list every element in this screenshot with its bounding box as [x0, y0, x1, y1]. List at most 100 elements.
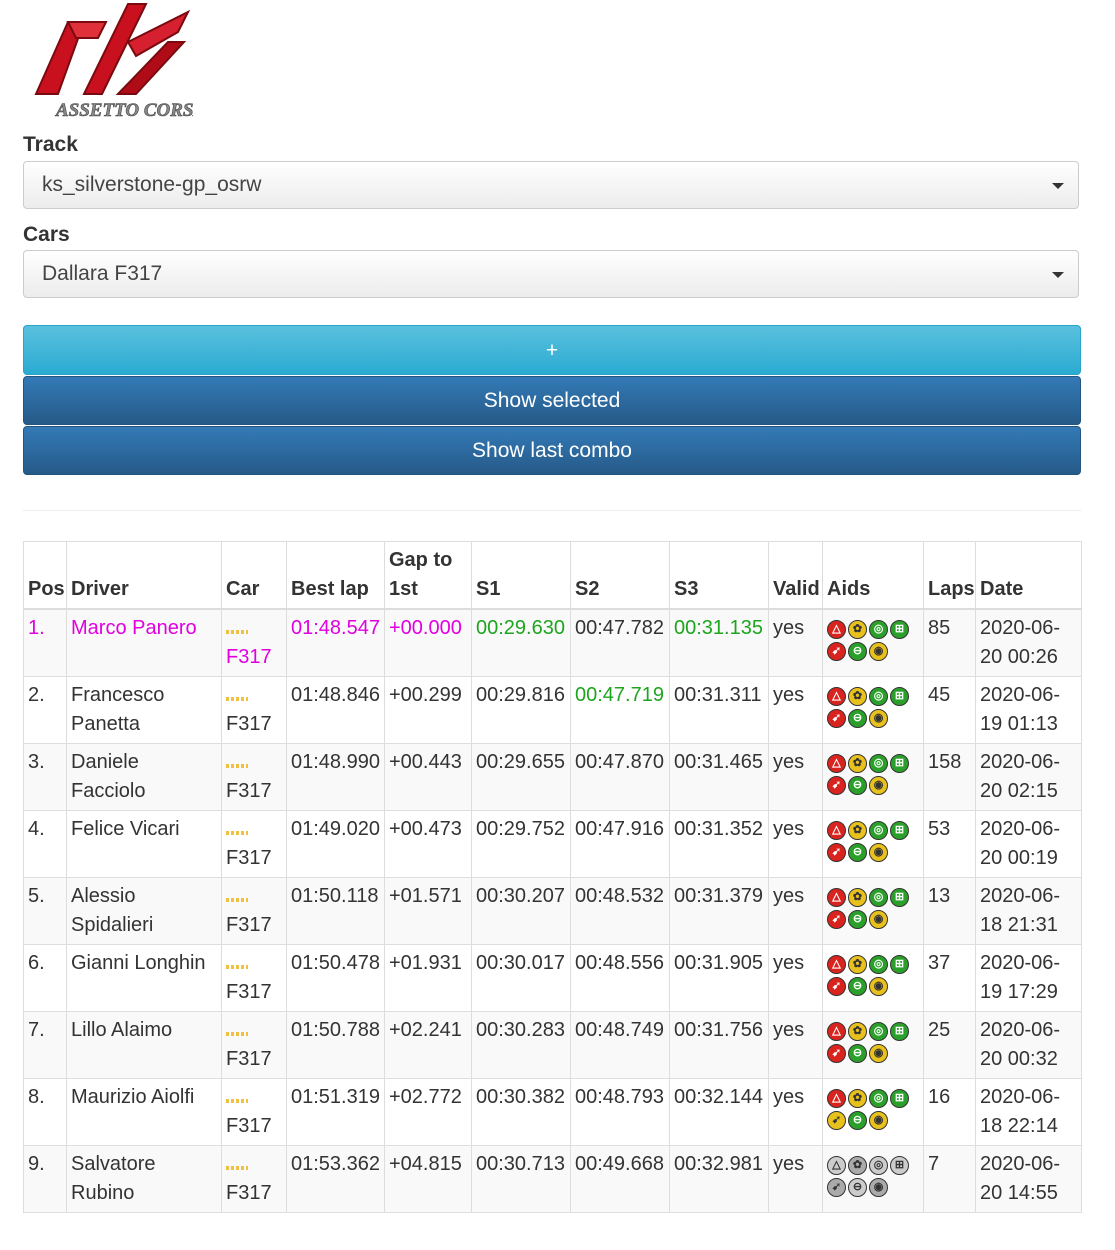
- s1-cell: 00:30.713: [471, 1145, 571, 1213]
- pos-cell: 4.: [23, 810, 67, 878]
- auto-clutch-icon: ⊖: [848, 843, 867, 862]
- aids-cell: △ ✿ ◎ ⊞ ➹ ⊖ ◉: [822, 944, 924, 1012]
- tyre-wear-icon: ◉: [869, 776, 888, 795]
- show-last-combo-button[interactable]: Show last combo: [23, 426, 1081, 475]
- abs-icon: △: [827, 687, 846, 706]
- best-lap-cell: 01:48.547: [286, 608, 385, 677]
- s1-cell: 00:30.207: [471, 877, 571, 945]
- s1-cell: 00:30.382: [471, 1078, 571, 1146]
- s2-cell: 00:48.793: [570, 1078, 670, 1146]
- tc-icon: ✿: [848, 1022, 867, 1041]
- gap-cell: +00.000: [384, 608, 472, 677]
- car-cell: F317: [221, 877, 287, 945]
- cars-select[interactable]: Dallara F317: [23, 250, 1079, 298]
- date-cell: 2020-06-20 00:26: [975, 608, 1082, 677]
- abs-icon: △: [827, 1089, 846, 1108]
- driver-cell[interactable]: Marco Panero: [66, 608, 222, 677]
- cars-select-value: Dallara F317: [42, 262, 163, 285]
- header-gap[interactable]: Gap to 1st: [384, 541, 472, 610]
- tc-icon: ✿: [848, 754, 867, 773]
- date-cell: 2020-06-18 21:31: [975, 877, 1082, 945]
- aids-cell: △ ✿ ◎ ⊞ ➹ ⊖ ◉: [822, 608, 924, 677]
- pos-cell: 1.: [23, 608, 67, 677]
- s2-cell: 00:47.916: [570, 810, 670, 878]
- date-cell: 2020-06-19 01:13: [975, 676, 1082, 744]
- header-s2[interactable]: S2: [570, 541, 670, 610]
- abs-icon: △: [827, 620, 846, 639]
- valid-cell: yes: [768, 1145, 823, 1213]
- ideal-line-icon: ➹: [827, 977, 846, 996]
- aids-icons: △ ✿ ◎ ⊞ ➹ ⊖ ◉: [827, 1156, 919, 1197]
- table-row: 7. Lillo Alaimo F317 01:50.788 +02.241 00:30.…: [23, 1011, 1082, 1079]
- best-lap-cell: 01:48.990: [286, 743, 385, 811]
- car-badge-icon: [226, 1099, 248, 1103]
- auto-gear-icon: ⊞: [890, 620, 909, 639]
- s3-cell: 00:32.144: [669, 1078, 769, 1146]
- driver-cell[interactable]: Salvatore Rubino: [66, 1145, 222, 1213]
- car-badge-icon: [226, 1032, 248, 1036]
- stability-icon: ◎: [869, 687, 888, 706]
- driver-cell[interactable]: Gianni Longhin: [66, 944, 222, 1012]
- table-row: 9. Salvatore Rubino F317 01:53.362 +04.815 00…: [23, 1145, 1082, 1213]
- aids-cell: △ ✿ ◎ ⊞ ➹ ⊖ ◉: [822, 743, 924, 811]
- pos-cell: 3.: [23, 743, 67, 811]
- driver-cell[interactable]: Lillo Alaimo: [66, 1011, 222, 1079]
- header-aids[interactable]: Aids: [822, 541, 924, 610]
- header-s1[interactable]: S1: [471, 541, 571, 610]
- tyre-wear-icon: ◉: [869, 843, 888, 862]
- auto-gear-icon: ⊞: [890, 687, 909, 706]
- driver-cell[interactable]: Francesco Panetta: [66, 676, 222, 744]
- auto-clutch-icon: ⊖: [848, 977, 867, 996]
- car-name: F317: [226, 847, 272, 869]
- add-button[interactable]: +: [23, 325, 1081, 375]
- aids-cell: △ ✿ ◎ ⊞ ➹ ⊖ ◉: [822, 1145, 924, 1213]
- car-name: F317: [226, 1115, 272, 1137]
- s1-cell: 00:29.752: [471, 810, 571, 878]
- car-cell: F317: [221, 944, 287, 1012]
- stability-icon: ◎: [869, 955, 888, 974]
- aids-cell: △ ✿ ◎ ⊞ ➹ ⊖ ◉: [822, 1078, 924, 1146]
- auto-gear-icon: ⊞: [890, 821, 909, 840]
- best-lap-cell: 01:48.846: [286, 676, 385, 744]
- s3-cell: 00:32.981: [669, 1145, 769, 1213]
- s2-cell: 00:47.870: [570, 743, 670, 811]
- abs-icon: △: [827, 1156, 846, 1175]
- driver-cell[interactable]: Daniele Facciolo: [66, 743, 222, 811]
- aids-cell: △ ✿ ◎ ⊞ ➹ ⊖ ◉: [822, 676, 924, 744]
- header-date[interactable]: Date: [975, 541, 1082, 610]
- driver-cell[interactable]: Felice Vicari: [66, 810, 222, 878]
- driver-cell[interactable]: Maurizio Aiolfi: [66, 1078, 222, 1146]
- car-cell: F317: [221, 810, 287, 878]
- car-cell: F317: [221, 1078, 287, 1146]
- auto-clutch-icon: ⊖: [848, 776, 867, 795]
- pos-cell: 5.: [23, 877, 67, 945]
- abs-icon: △: [827, 888, 846, 907]
- tyre-wear-icon: ◉: [869, 709, 888, 728]
- header-valid[interactable]: Valid: [768, 541, 823, 610]
- header-driver[interactable]: Driver: [66, 541, 222, 610]
- gap-cell: +02.241: [384, 1011, 472, 1079]
- header-best-lap[interactable]: Best lap: [286, 541, 385, 610]
- header-pos[interactable]: Pos: [23, 541, 67, 610]
- date-cell: 2020-06-19 17:29: [975, 944, 1082, 1012]
- leaderboard-table: Pos Driver Car Best lap Gap to 1st S1 S2…: [23, 541, 1082, 1213]
- header-s3[interactable]: S3: [669, 541, 769, 610]
- auto-clutch-icon: ⊖: [848, 642, 867, 661]
- table-row: 4. Felice Vicari F317 01:49.020 +00.473 00:29…: [23, 810, 1082, 878]
- valid-cell: yes: [768, 1011, 823, 1079]
- date-cell: 2020-06-20 14:55: [975, 1145, 1082, 1213]
- driver-cell[interactable]: Alessio Spidalieri: [66, 877, 222, 945]
- table-row: 3. Daniele Facciolo F317 01:48.990 +00.443 00…: [23, 743, 1082, 811]
- date-cell: 2020-06-18 22:14: [975, 1078, 1082, 1146]
- s2-cell: 00:47.782: [570, 608, 670, 677]
- header-laps[interactable]: Laps: [923, 541, 976, 610]
- best-lap-cell: 01:50.788: [286, 1011, 385, 1079]
- show-selected-button[interactable]: Show selected: [23, 376, 1081, 425]
- best-lap-cell: 01:49.020: [286, 810, 385, 878]
- track-select[interactable]: ks_silverstone-gp_osrw: [23, 161, 1079, 209]
- chevron-down-icon: [1052, 272, 1064, 278]
- gap-cell: +00.443: [384, 743, 472, 811]
- chevron-down-icon: [1052, 183, 1064, 189]
- car-cell: F317: [221, 608, 287, 677]
- header-car[interactable]: Car: [221, 541, 287, 610]
